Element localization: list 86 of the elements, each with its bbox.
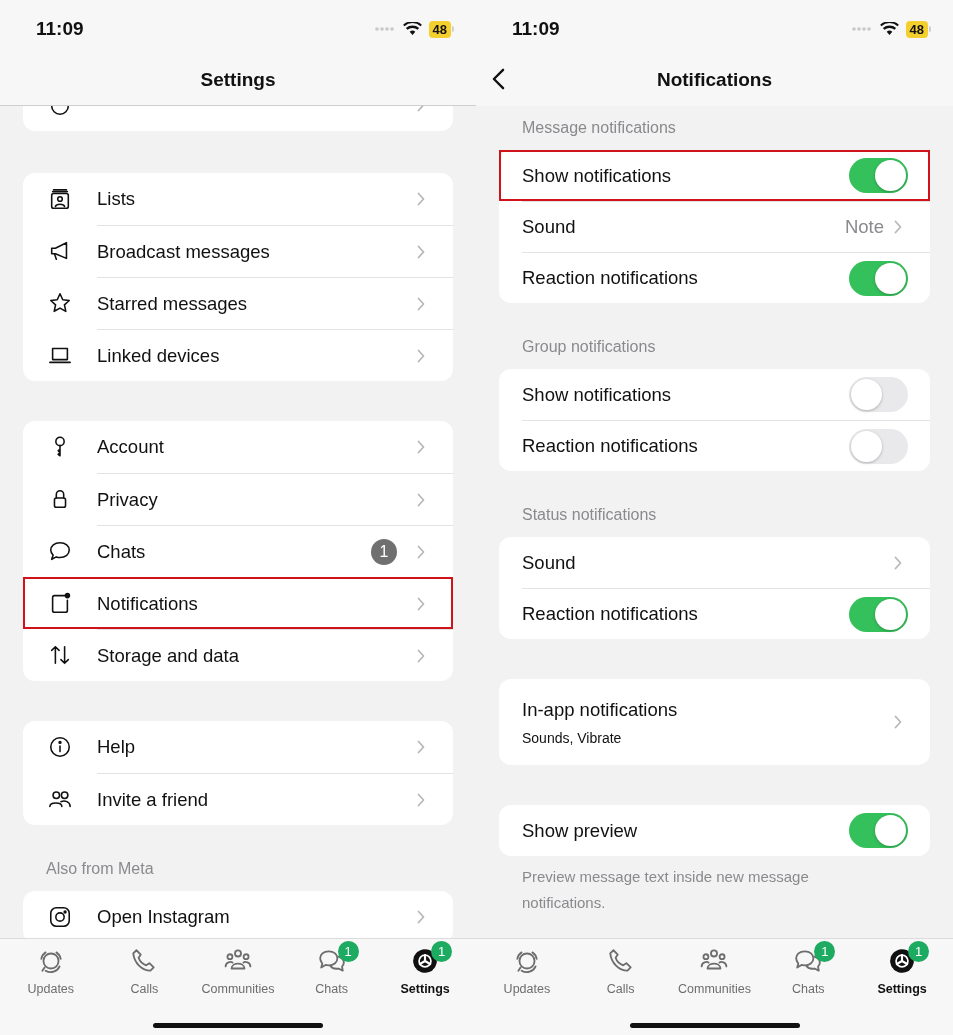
up-down-arrows-icon — [48, 643, 72, 667]
setting-label[interactable]: Show notifications — [522, 383, 672, 406]
section-header: Message notifications — [521, 118, 677, 138]
chevron-right-icon — [417, 544, 425, 559]
settings-icon — [411, 947, 440, 975]
toggle-switch[interactable] — [849, 596, 908, 632]
battery-indicator: 48 — [428, 20, 451, 38]
chevron-right-icon — [417, 244, 425, 259]
setting-label[interactable]: Show notifications — [522, 164, 672, 187]
section-header: Group notifications — [521, 337, 657, 357]
setting-label[interactable]: Reaction notifications — [522, 603, 698, 625]
wifi-icon — [402, 22, 422, 36]
chevron-right-icon — [417, 492, 425, 507]
setting-label[interactable]: In-app notifications — [522, 698, 678, 721]
setting-label[interactable]: Notifications — [97, 592, 198, 615]
chat-bubbles-icon — [317, 947, 346, 975]
tab-item[interactable]: 1 Settings — [378, 939, 472, 996]
tab-item[interactable]: Calls — [573, 939, 668, 996]
notification-badge: 1 — [814, 941, 836, 962]
setting-label[interactable]: Privacy — [97, 488, 158, 511]
chevron-right-icon — [417, 792, 425, 807]
signal-dots-icon — [373, 26, 396, 32]
setting-label[interactable]: Sound — [522, 551, 576, 574]
setting-label[interactable]: Broadcast messages — [97, 240, 270, 263]
notification-badge: 1 — [908, 941, 930, 962]
chevron-right-icon — [894, 220, 902, 234]
phone-icon — [606, 947, 635, 975]
chevron-right-icon — [417, 296, 425, 311]
screen-title: Settings — [200, 69, 276, 91]
clock-time: 11:09 — [512, 18, 560, 40]
screen-title: Notifications — [656, 69, 773, 91]
battery-indicator: 48 — [905, 20, 928, 38]
toggle-switch[interactable] — [849, 813, 908, 848]
tab-item[interactable]: Communities — [191, 939, 285, 996]
setting-label[interactable]: Help — [97, 736, 136, 758]
setting-value: Note — [844, 216, 884, 238]
tab-item[interactable]: Updates — [480, 939, 574, 996]
info-icon — [48, 735, 72, 759]
chat-bubbles-icon — [794, 947, 823, 975]
toggle-switch[interactable] — [849, 260, 908, 296]
section-footer: Preview message text inside new message notifications. — [499, 856, 885, 916]
speech-bubble-icon — [48, 539, 72, 563]
back-chevron-icon[interactable] — [492, 68, 505, 90]
tab-item[interactable]: Calls — [97, 939, 192, 996]
setting-label[interactable]: Lists — [97, 188, 136, 210]
chevron-right-icon — [417, 348, 425, 363]
setting-label[interactable]: Chats — [97, 540, 146, 563]
setting-label[interactable]: Linked devices — [97, 344, 220, 367]
setting-label[interactable]: Reaction notifications — [522, 267, 698, 289]
contact-card-icon — [48, 187, 72, 211]
star-icon — [48, 291, 72, 315]
setting-label[interactable]: Open Instagram — [97, 906, 230, 928]
camera-icon — [48, 905, 72, 929]
settings-icon — [888, 947, 917, 975]
tab-item[interactable]: Communities — [667, 939, 762, 996]
tab-item[interactable]: Updates — [4, 939, 98, 996]
toggle-switch[interactable] — [849, 158, 908, 193]
tab-item[interactable]: 1 Chats — [761, 939, 856, 996]
chevron-right-icon — [417, 440, 425, 454]
setting-label[interactable]: Show preview — [522, 819, 638, 842]
wifi-icon — [879, 22, 899, 36]
count-badge: 1 — [371, 538, 397, 565]
signal-dots-icon — [850, 26, 873, 32]
chevron-right-icon — [417, 910, 425, 924]
chevron-right-icon — [417, 648, 425, 663]
chevron-right-icon — [417, 596, 425, 611]
chevron-right-icon — [894, 715, 902, 729]
chevron-right-icon — [417, 740, 425, 754]
section-header: Status notifications — [521, 505, 658, 525]
setting-label[interactable]: Reaction notifications — [522, 435, 698, 457]
tab-item[interactable]: 1 Settings — [855, 939, 949, 996]
setting-label[interactable]: Invite a friend — [97, 788, 209, 811]
setting-subtitle: Sounds, Vibrate — [522, 729, 623, 746]
toggle-switch[interactable] — [849, 428, 908, 464]
setting-label[interactable]: Storage and data — [97, 644, 239, 667]
setting-label[interactable]: Starred messages — [97, 292, 248, 315]
setting-label[interactable]: Sound — [522, 216, 576, 238]
toggle-switch[interactable] — [849, 377, 908, 412]
setting-label[interactable]: Account — [97, 436, 164, 458]
tab-item[interactable]: 1 Chats — [284, 939, 379, 996]
notification-badge: 1 — [431, 941, 453, 962]
section-header: Also from Meta — [45, 859, 155, 879]
notification-badge: 1 — [337, 941, 359, 962]
clock-time: 11:09 — [36, 18, 84, 40]
chevron-right-icon — [894, 555, 902, 570]
chevron-right-icon — [417, 192, 425, 206]
